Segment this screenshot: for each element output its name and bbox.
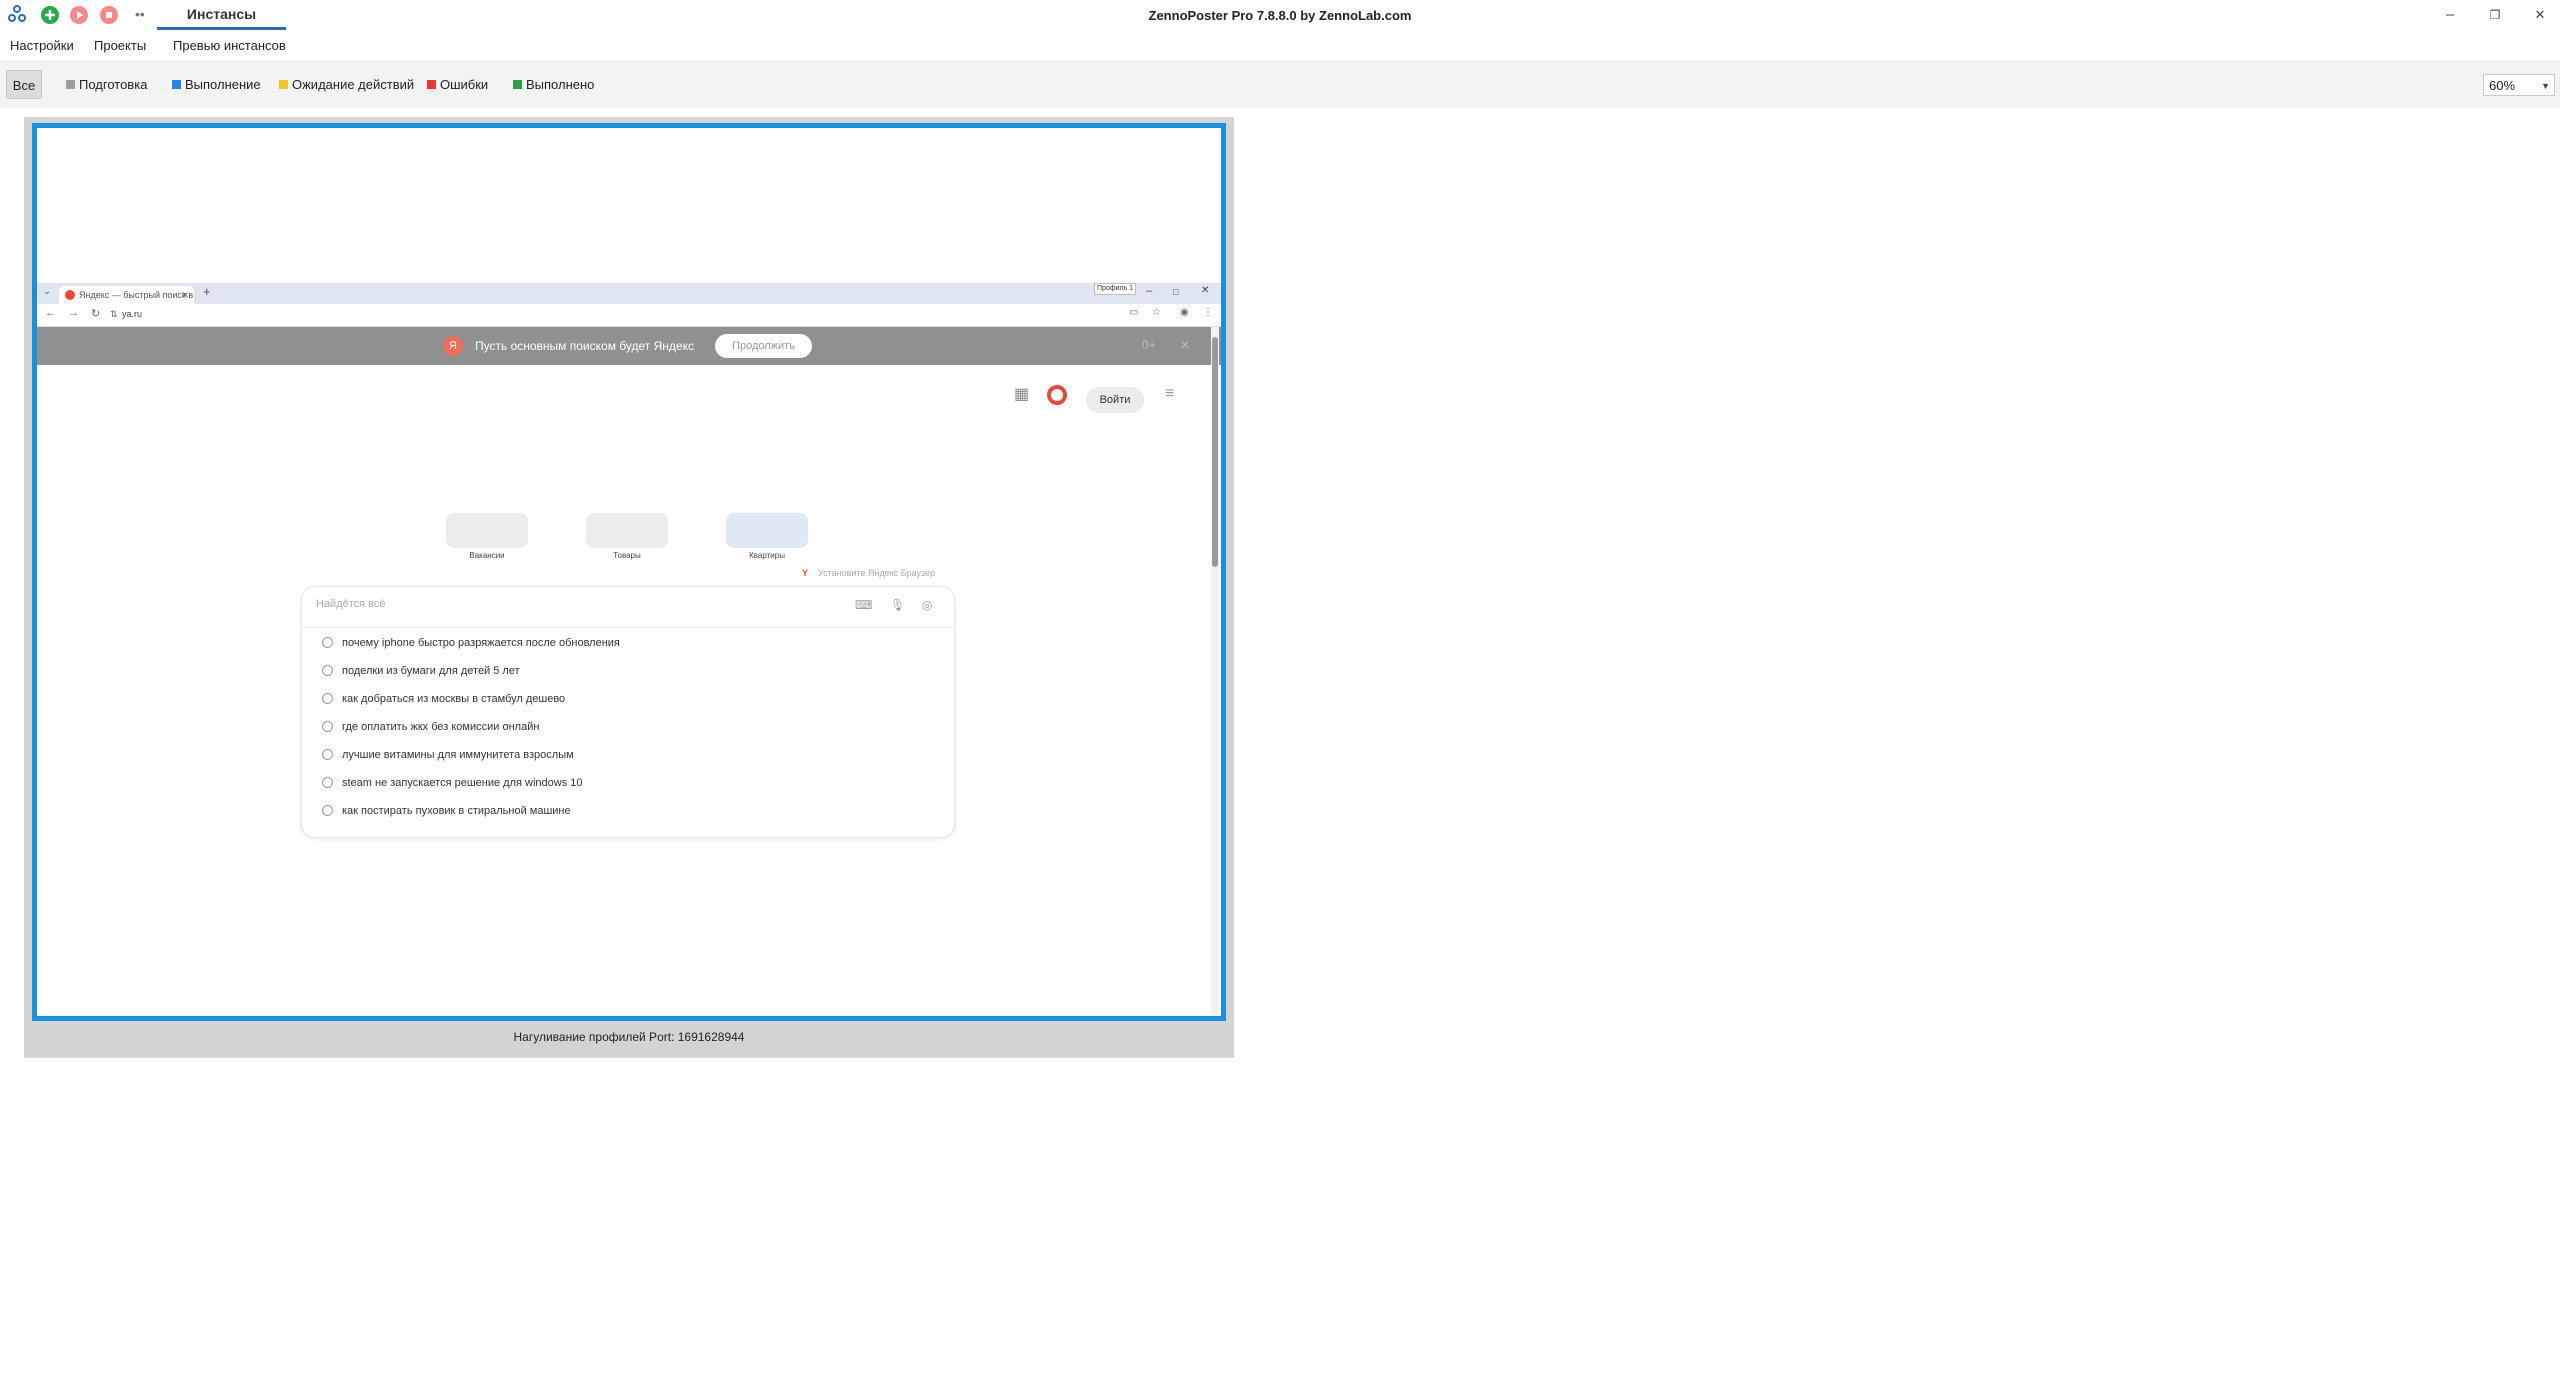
tile-apartments-label: Квартиры	[749, 551, 785, 560]
banner-close-icon: ✕	[1180, 338, 1191, 352]
filter-bar: Все Подготовка Выполнение Ожидание дейст…	[0, 61, 2560, 109]
banner-age-label: 0+	[1142, 338, 1156, 352]
yandex-favicon-icon	[65, 290, 75, 300]
minimize-button[interactable]: –	[2435, 4, 2465, 26]
history-icon	[322, 749, 333, 760]
menu-instance-preview[interactable]: Превью инстансов	[173, 38, 286, 53]
search-placeholder: Найдётся всё	[316, 598, 386, 610]
alice-icon	[1047, 385, 1067, 405]
browser-menu-icon: ⋮	[1203, 307, 1213, 318]
history-icon	[322, 721, 333, 732]
address-text: ya.ru	[122, 309, 143, 319]
reload-icon: ↻	[91, 308, 101, 320]
profile-badge: Профиль 1	[1094, 283, 1137, 295]
suggestion-item: лучшие витамины для иммунитета взрослым	[322, 749, 574, 761]
status-yellow-icon	[279, 80, 288, 89]
title-bar: •• Инстансы ZennoPoster Pro 7.8.8.0 by Z…	[0, 0, 2560, 30]
status-blue-icon	[172, 80, 181, 89]
browser-tab: Яндекс — быстрый поиск в и... ✕	[59, 286, 194, 304]
browser-minimize-icon: –	[1146, 285, 1153, 297]
page-scrollbar	[1211, 327, 1219, 1016]
tab-close-icon: ✕	[181, 290, 189, 300]
zoom-select[interactable]: 60% ▼	[2483, 74, 2555, 96]
install-browser-link: Y Установите Яндекс Браузер	[802, 568, 936, 578]
status-green-icon	[513, 80, 522, 89]
menu-projects[interactable]: Проекты	[94, 38, 146, 53]
suggestion-item: почему iphone быстро разряжается после о…	[322, 637, 620, 649]
browser-tab-bar: ⌄ Яндекс — быстрый поиск в и... ✕ + Проф…	[37, 283, 1221, 304]
new-tab-icon: +	[203, 284, 211, 299]
microphone-icon: 🎙	[890, 598, 906, 612]
suggestion-item: как постирать пуховик в стиральной машин…	[322, 805, 571, 817]
back-icon: ←	[45, 307, 56, 319]
browser-close-icon: ✕	[1201, 285, 1210, 296]
status-red-icon	[427, 80, 436, 89]
suggestion-item: поделки из бумаги для детей 5 лет	[322, 665, 520, 677]
tile-goods	[586, 513, 668, 548]
close-button[interactable]: ✕	[2525, 4, 2555, 26]
tile-vacancies	[446, 513, 528, 548]
app-title: ZennoPoster Pro 7.8.8.0 by ZennoLab.com	[1148, 8, 1412, 23]
tab-list-icon: ⌄	[43, 286, 52, 297]
instance-preview-screen[interactable]: ⌄ Яндекс — быстрый поиск в и... ✕ + Проф…	[32, 123, 1226, 1021]
browser-address-bar: ← → ↻ ⇅ ya.ru ▭ ☆ ◉ ⋮	[37, 304, 1221, 327]
forward-icon: →	[68, 307, 79, 319]
bookmark-star-icon: ☆	[1152, 307, 1161, 318]
login-button: Войти	[1086, 387, 1144, 413]
chevron-down-icon: ▼	[2541, 81, 2550, 91]
browser-maximize-icon: □	[1173, 287, 1179, 297]
services-grid-icon: ▦	[1014, 386, 1030, 403]
banner-continue-button: Продолжить	[715, 334, 812, 358]
yandex-logo-icon: Я	[443, 336, 463, 356]
suggestion-item: steam не запускается решение для windows…	[322, 777, 583, 789]
suggestion-item: как добраться из москвы в стамбул дешево	[322, 693, 565, 705]
restore-button[interactable]: ❐	[2480, 4, 2510, 26]
instance-card[interactable]: ⌄ Яндекс — быстрый поиск в и... ✕ + Проф…	[24, 117, 1234, 1058]
filter-done[interactable]: Выполнено	[513, 75, 594, 95]
yandex-browser-icon: Y	[802, 568, 809, 578]
site-info-icon: ⇅	[110, 309, 118, 319]
history-icon	[322, 665, 333, 676]
camera-icon: ◎	[922, 598, 933, 612]
history-icon	[322, 777, 333, 788]
yandex-default-search-banner: Я Пусть основным поиском будет Яндекс Пр…	[37, 327, 1221, 365]
menu-bar: Настройки Проекты Превью инстансов	[0, 30, 2560, 60]
banner-text: Пусть основным поиском будет Яндекс	[475, 339, 694, 353]
profile-icon: ◉	[1180, 307, 1189, 318]
history-icon	[322, 637, 333, 648]
instance-label: Нагуливание профилей Port: 1691628944	[513, 1030, 745, 1044]
status-gray-icon	[66, 80, 75, 89]
cast-icon: ▭	[1129, 307, 1139, 318]
menu-settings[interactable]: Настройки	[10, 38, 74, 53]
filter-errors[interactable]: Ошибки	[427, 75, 488, 95]
suggestion-item: где оплатить жкх без комиссии онлайн	[322, 721, 539, 733]
tile-vacancies-label: Вакансии	[469, 551, 505, 560]
hamburger-menu-icon: ≡	[1165, 385, 1175, 402]
keyboard-icon: ⌨	[855, 598, 873, 612]
history-icon	[322, 805, 333, 816]
filter-running[interactable]: Выполнение	[172, 75, 261, 95]
tile-goods-label: Товары	[613, 551, 641, 560]
filter-preparation[interactable]: Подготовка	[66, 75, 147, 95]
filter-waiting[interactable]: Ожидание действий	[279, 75, 414, 95]
tile-apartments	[726, 513, 808, 548]
yandex-search-box: Найдётся всё ⌨ 🎙 ◎ почему iphone быстро …	[301, 586, 955, 838]
filter-all-button[interactable]: Все	[6, 70, 42, 99]
history-icon	[322, 693, 333, 704]
